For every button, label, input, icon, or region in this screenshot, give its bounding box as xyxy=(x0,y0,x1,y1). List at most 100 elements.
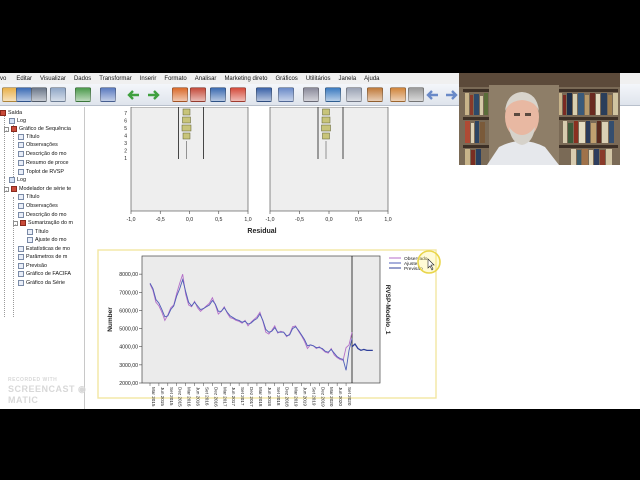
residual-tick-label: 1,0 xyxy=(384,217,391,223)
tree-item[interactable]: - Modelador de série te xyxy=(4,185,71,193)
title-icon xyxy=(18,194,24,200)
collapse-toggle-icon[interactable]: - xyxy=(13,220,18,226)
variables-icon[interactable] xyxy=(210,87,226,102)
menu-item-4[interactable]: Transformar xyxy=(95,76,135,82)
output-navigator[interactable]: Saída Log - Gráfico de Sequência Título Obser… xyxy=(0,107,85,409)
forward-arrow-icon[interactable] xyxy=(444,87,460,102)
x-tick-label: Jun 2015 xyxy=(160,387,165,406)
insert-icon[interactable] xyxy=(230,87,246,102)
chart-icon xyxy=(18,280,24,286)
menu-item-5[interactable]: Inserir xyxy=(136,76,161,82)
residual-bar xyxy=(182,108,191,116)
tree-item[interactable]: Saída xyxy=(0,109,22,117)
menu-item-12[interactable]: Ajuda xyxy=(360,76,383,82)
tree-item[interactable]: Observações xyxy=(18,141,58,149)
residual-tick-label: -0,5 xyxy=(156,217,165,223)
tree-item[interactable]: Resumo de proce xyxy=(18,159,69,167)
tree-item[interactable]: Descrição do mo xyxy=(18,150,66,158)
recall-icon[interactable] xyxy=(100,87,116,102)
x-tick-label: Dez 2016 xyxy=(213,387,218,407)
tree-item[interactable]: Título xyxy=(18,193,39,201)
tree-item[interactable]: Título xyxy=(27,228,48,236)
tree-item-label: Toplot de RVSP xyxy=(26,169,64,175)
residual-y-tick-label: 7 xyxy=(124,111,127,117)
disabled-icon[interactable] xyxy=(408,87,424,102)
y-tick-label: 5000,00 xyxy=(119,327,138,333)
tree-item[interactable]: Log xyxy=(9,117,26,125)
select-cases-icon[interactable] xyxy=(278,87,294,102)
x-tick-label: Jun 2020 xyxy=(338,387,343,406)
tree-item-label: Observações xyxy=(26,142,58,148)
presenter-video xyxy=(459,73,620,165)
menu-item-9[interactable]: Gráficos xyxy=(271,76,301,82)
save-icon[interactable] xyxy=(16,87,32,102)
preview-icon[interactable] xyxy=(50,87,66,102)
watermark-line2: SCREENCAST ◉ MATIC xyxy=(8,384,87,405)
menu-item-11[interactable]: Janela xyxy=(334,76,360,82)
tree-item-label: Log xyxy=(17,118,26,124)
residual-bar xyxy=(182,116,191,124)
residual-bar xyxy=(321,116,331,124)
tree-item[interactable]: Estatísticas de mo xyxy=(18,245,70,253)
tree-item[interactable]: Gráfico de FACIFA xyxy=(18,270,71,278)
x-tick-label: Mar 2018 xyxy=(258,387,263,407)
goto-variable-icon[interactable] xyxy=(190,87,206,102)
residual-bar xyxy=(182,132,191,140)
insert-output-icon[interactable] xyxy=(367,87,383,102)
designate-icon[interactable] xyxy=(346,87,362,102)
print-icon[interactable] xyxy=(31,87,47,102)
back-arrow-icon[interactable] xyxy=(424,87,440,102)
menu-item-8[interactable]: Marketing direto xyxy=(220,76,271,82)
x-tick-label: Set 2019 xyxy=(311,387,316,406)
tree-item[interactable]: - Gráfico de Sequência xyxy=(4,125,71,133)
table-icon xyxy=(27,237,33,243)
menu-item-6[interactable]: Formato xyxy=(160,76,190,82)
tree-item-label: Descrição do mo xyxy=(26,151,67,157)
procedure-icon xyxy=(11,186,17,192)
table-icon xyxy=(18,160,24,166)
log-icon xyxy=(9,177,15,183)
x-tick-label: Jun 2018 xyxy=(267,387,272,406)
tree-item[interactable]: Descrição do mo xyxy=(18,211,66,219)
redo-icon[interactable] xyxy=(146,87,162,102)
menu-item-2[interactable]: Visualizar xyxy=(36,76,70,82)
residual-tick-label: -1,0 xyxy=(266,217,275,223)
chart-icon xyxy=(18,169,24,175)
split-icon[interactable] xyxy=(325,87,341,102)
undo-icon[interactable] xyxy=(125,87,141,102)
tree-item-label: Previsão xyxy=(26,263,47,269)
weight-icon[interactable] xyxy=(303,87,319,102)
table-icon xyxy=(18,246,24,252)
menu-item-1[interactable]: Editar xyxy=(10,76,36,82)
goto-case-icon[interactable] xyxy=(172,87,188,102)
chart-builder-icon[interactable] xyxy=(256,87,272,102)
tree-item[interactable]: Toplot de RVSP xyxy=(18,168,64,176)
tree-item[interactable]: Log xyxy=(9,176,26,184)
tree-item-label: Gráfico de Sequência xyxy=(19,126,71,132)
menu-item-10[interactable]: Utilitários xyxy=(302,76,335,82)
residual-bar xyxy=(322,132,330,140)
tree-item[interactable]: Previsão xyxy=(18,262,47,270)
export-icon[interactable] xyxy=(75,87,91,102)
tree-item[interactable]: - Sumarização do m xyxy=(13,219,73,227)
residual-axis-title: Residual xyxy=(247,228,276,235)
y-axis-title: Number xyxy=(107,307,114,332)
insert-text-icon[interactable] xyxy=(390,87,406,102)
menu-item-7[interactable]: Analisar xyxy=(191,76,221,82)
tree-item-label: Ajuste do mo xyxy=(35,237,67,243)
x-tick-label: Dez 2017 xyxy=(249,387,254,407)
menu-item-0[interactable]: vo xyxy=(0,76,10,82)
tree-item[interactable]: Gráfico da Série xyxy=(18,279,65,287)
tree-item[interactable]: Parâmetros de m xyxy=(18,253,67,261)
y-tick-label: 8000,00 xyxy=(119,272,138,278)
chart-icon xyxy=(18,271,24,277)
residual-bar xyxy=(322,108,330,116)
tree-item[interactable]: Observações xyxy=(18,202,58,210)
tree-item-label: Gráfico da Série xyxy=(26,280,65,286)
tree-item[interactable]: Ajuste do mo xyxy=(27,236,66,244)
collapse-toggle-icon[interactable]: - xyxy=(4,186,9,192)
collapse-toggle-icon[interactable]: - xyxy=(4,126,9,132)
menu-item-3[interactable]: Dados xyxy=(70,76,95,82)
x-tick-label: Mar 2020 xyxy=(329,387,334,407)
tree-item[interactable]: Título xyxy=(18,133,39,141)
